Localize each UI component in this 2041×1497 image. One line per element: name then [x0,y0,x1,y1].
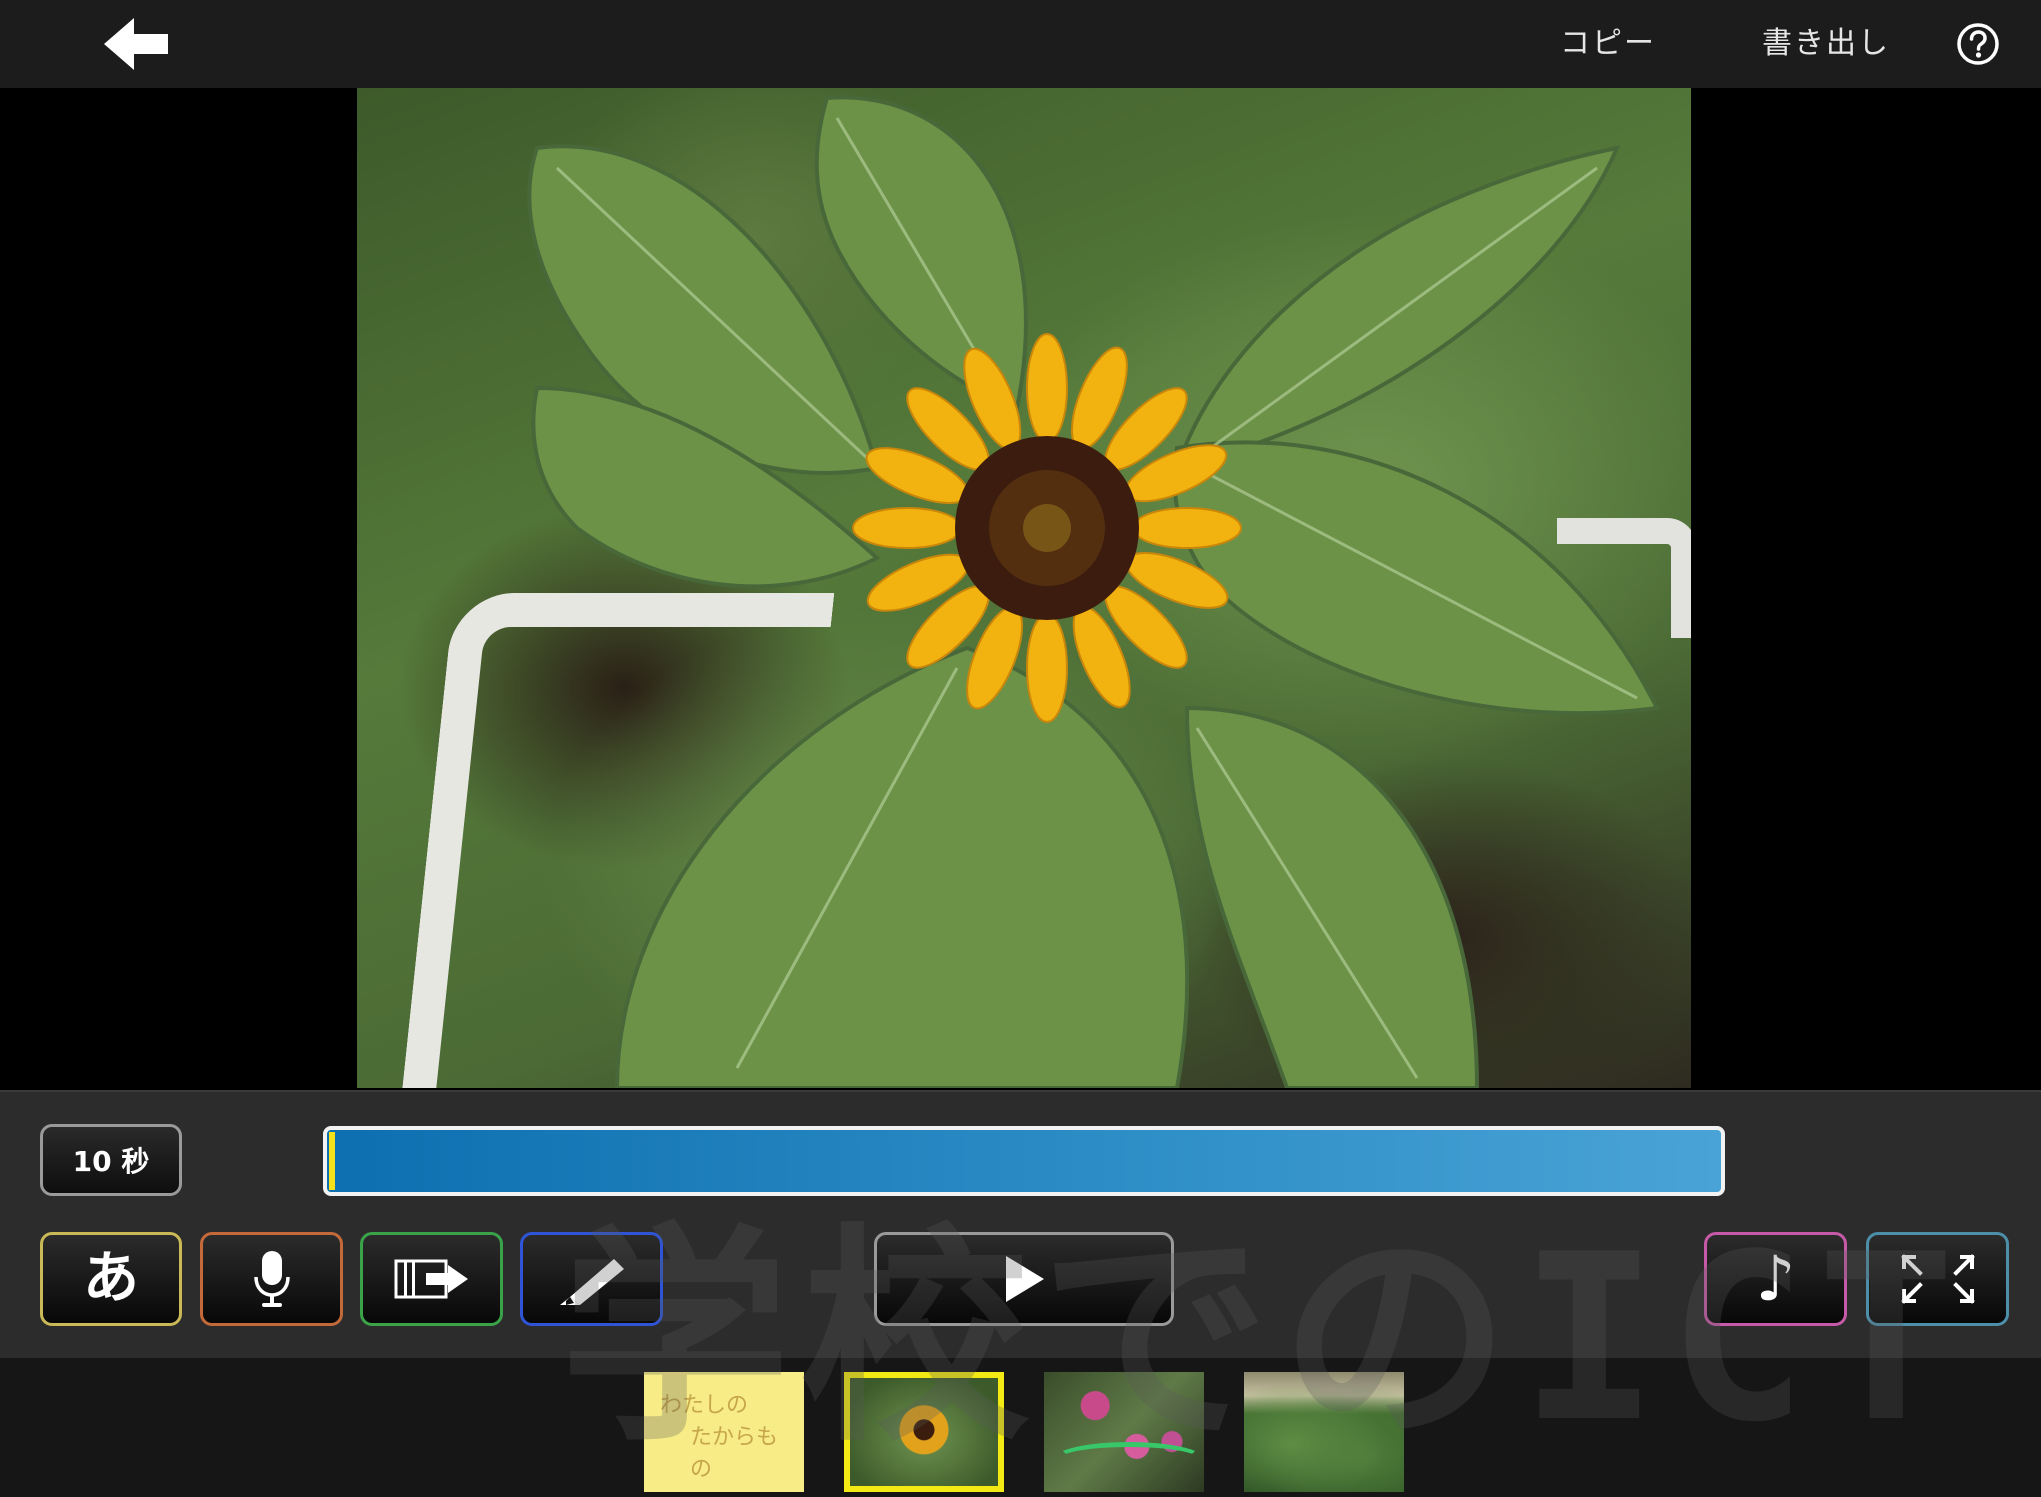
filmstrip: わたしの たからもの [0,1358,2041,1497]
hiragana-a-icon: あ [83,1246,139,1311]
thumbnail-field[interactable] [1244,1372,1404,1492]
note-line-2: たからもの [690,1425,779,1482]
play-icon [1006,1256,1044,1302]
duration-button[interactable]: 10 秒 [40,1124,182,1196]
record-audio-button[interactable] [200,1232,343,1326]
pencil-icon [559,1259,624,1305]
note-text: わたしの たからもの [660,1390,796,1486]
question-circle-icon [1957,23,1999,65]
control-panel: 10 秒 あ ♪ [0,1090,2041,1358]
sunflower-graphic [527,95,1661,1088]
draw-button[interactable] [520,1232,663,1326]
playhead[interactable] [329,1132,335,1190]
sunflower-photo [357,88,1691,1088]
app-window: コピー 書き出し 10 秒 あ ♪ わたしの たからもの 学校でのICT [0,0,2041,1497]
add-text-button[interactable]: あ [40,1232,182,1326]
fullscreen-button[interactable] [1866,1232,2009,1326]
arrow-left-icon [104,18,168,70]
top-toolbar: コピー 書き出し [0,0,2041,88]
note-line-1: わたしの [660,1393,749,1418]
preview-area [0,88,2041,1088]
microphone-icon [253,1251,290,1307]
transition-arrow-icon [394,1259,468,1299]
music-note-icon: ♪ [1755,1242,1796,1315]
export-button[interactable]: 書き出し [1762,20,1890,68]
thumbnail-title-note[interactable]: わたしの たからもの [644,1372,804,1492]
thumbnail-sunflower-selected[interactable] [844,1372,1004,1492]
copy-button[interactable]: コピー [1560,20,1656,68]
thumbnail-morning-glory[interactable] [1044,1372,1204,1492]
timeline-bar[interactable] [323,1126,1725,1196]
transition-button[interactable] [360,1232,503,1326]
expand-arrows-icon [1900,1254,1975,1304]
back-button[interactable] [104,16,176,72]
help-button[interactable] [1956,22,2000,66]
hose-shape [1054,1442,1204,1476]
music-button[interactable]: ♪ [1704,1232,1847,1326]
play-button[interactable] [874,1232,1174,1326]
